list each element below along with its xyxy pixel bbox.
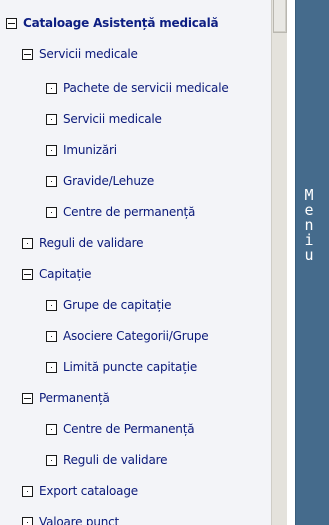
leaf-node-icon bbox=[46, 454, 57, 466]
tree-node-label: Limită puncte capitație bbox=[63, 360, 198, 374]
tree-node-label: Pachete de servicii medicale bbox=[63, 81, 229, 95]
tree-item-limita-puncte[interactable]: Limită puncte capitație bbox=[46, 357, 197, 377]
leaf-node-icon bbox=[22, 516, 33, 525]
leaf-node-icon bbox=[46, 144, 57, 156]
tree-item-centre-permanenta-2[interactable]: Centre de Permanență bbox=[46, 419, 195, 439]
tree-node-valoare-punct[interactable]: Valoare punct bbox=[22, 512, 119, 525]
leaf-node-icon bbox=[46, 330, 57, 342]
tree-node-label: Cataloage Asistență medicală bbox=[23, 16, 219, 30]
vertical-scrollbar[interactable] bbox=[271, 0, 287, 525]
menu-letter: u bbox=[304, 246, 314, 264]
page: Cataloage Asistență medicală Servicii me… bbox=[0, 0, 329, 525]
leaf-node-icon bbox=[46, 113, 57, 125]
tree-node-reguli-validare[interactable]: Reguli de validare bbox=[22, 233, 143, 253]
tree-item-servicii-medicale[interactable]: Servicii medicale bbox=[46, 109, 162, 129]
tree-node-servicii-medicale[interactable]: Servicii medicale bbox=[22, 44, 138, 64]
tree-node-label: Imunizări bbox=[63, 143, 117, 157]
tree-node-label: Capitație bbox=[39, 267, 92, 281]
tree-item-pachete-servicii[interactable]: Pachete de servicii medicale bbox=[46, 78, 229, 98]
tree-item-grupe-capitatie[interactable]: Grupe de capitație bbox=[46, 295, 171, 315]
leaf-node-icon bbox=[22, 237, 33, 249]
tree-node-label: Permanență bbox=[39, 391, 110, 405]
panel-divider bbox=[287, 0, 295, 525]
tree-node-label: Valoare punct bbox=[39, 515, 120, 525]
tree-panel: Cataloage Asistență medicală Servicii me… bbox=[0, 0, 271, 525]
tree-item-reguli-validare-2[interactable]: Reguli de validare bbox=[46, 450, 167, 470]
tree-node-label: Centre de permanență bbox=[63, 205, 196, 219]
tree-node-label: Grupe de capitație bbox=[63, 298, 172, 312]
leaf-node-icon bbox=[46, 299, 57, 311]
collapse-icon[interactable] bbox=[6, 17, 17, 29]
tree-item-gravide-lehuze[interactable]: Gravide/Lehuze bbox=[46, 171, 154, 191]
leaf-node-icon bbox=[46, 175, 57, 187]
leaf-node-icon bbox=[46, 361, 57, 373]
tree-item-centre-permanenta[interactable]: Centre de permanență bbox=[46, 202, 195, 222]
tree-node-permanenta[interactable]: Permanență bbox=[22, 388, 110, 408]
tree-node-label: Servicii medicale bbox=[63, 112, 162, 126]
scrollbar-thumb[interactable] bbox=[273, 0, 287, 33]
tree-item-imunizari[interactable]: Imunizări bbox=[46, 140, 117, 160]
leaf-node-icon bbox=[46, 82, 57, 94]
menu-toggle-bar[interactable]: M e n i u bbox=[295, 0, 329, 525]
tree-node-label: Asociere Categorii/Grupe bbox=[63, 329, 209, 343]
tree-node-label: Export cataloage bbox=[39, 484, 138, 498]
leaf-node-icon bbox=[22, 485, 33, 497]
tree-node-label: Servicii medicale bbox=[39, 47, 138, 61]
collapse-icon[interactable] bbox=[22, 268, 33, 280]
tree-node-label: Reguli de validare bbox=[63, 453, 168, 467]
tree-node-capitatie[interactable]: Capitație bbox=[22, 264, 92, 284]
collapse-icon[interactable] bbox=[22, 392, 33, 404]
collapse-icon[interactable] bbox=[22, 48, 33, 60]
tree-root-cataloage[interactable]: Cataloage Asistență medicală bbox=[6, 13, 219, 33]
tree-node-label: Gravide/Lehuze bbox=[63, 174, 155, 188]
tree-node-label: Reguli de validare bbox=[39, 236, 144, 250]
tree-node-label: Centre de Permanență bbox=[63, 422, 195, 436]
menu-label: M e n i u bbox=[295, 188, 323, 263]
leaf-node-icon bbox=[46, 423, 57, 435]
tree-item-asociere-categorii[interactable]: Asociere Categorii/Grupe bbox=[46, 326, 209, 346]
leaf-node-icon bbox=[46, 206, 57, 218]
tree-node-export-cataloage[interactable]: Export cataloage bbox=[22, 481, 138, 501]
